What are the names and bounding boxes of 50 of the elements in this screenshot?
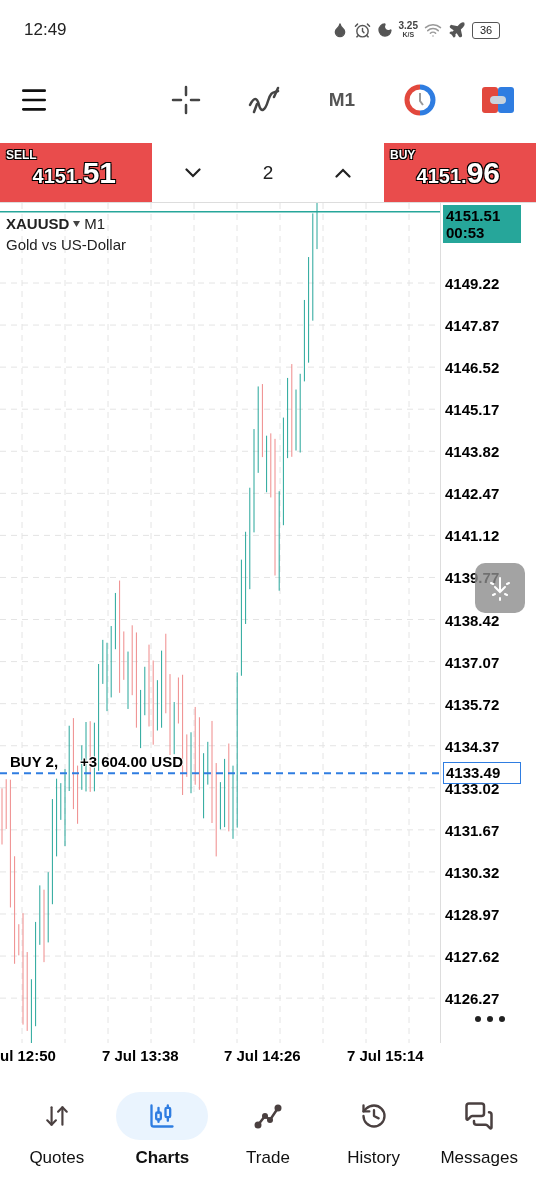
symbol-timeframe: M1 — [84, 215, 106, 232]
price-label: 4143.82 — [445, 442, 500, 460]
status-time: 12:49 — [24, 20, 67, 40]
position-price-tag: 4133.49 — [443, 762, 521, 785]
dropdown-triangle-icon — [73, 220, 81, 227]
price-label: 4135.72 — [445, 695, 500, 713]
nav-tab[interactable]: Messages — [429, 1092, 530, 1168]
current-price-tag: 4151.51 00:53 — [443, 205, 521, 243]
price-label: 4131.67 — [445, 821, 500, 839]
symbol-description: Gold vs US-Dollar — [6, 236, 127, 253]
symbol-name: XAUUSD — [6, 215, 70, 232]
buy-button[interactable]: BUY 4151.96 — [384, 143, 536, 202]
price-label: 4142.47 — [445, 484, 500, 502]
price-label: 4141.12 — [445, 526, 500, 544]
price-label: 4126.27 — [445, 989, 500, 1007]
airplane-icon — [448, 21, 466, 39]
time-label: 7 Jul 15:14 — [347, 1047, 424, 1064]
history-icon — [359, 1102, 388, 1130]
price-label: 4130.32 — [445, 863, 500, 881]
nav-tab[interactable]: Quotes — [6, 1092, 107, 1168]
price-label: 4145.17 — [445, 400, 500, 418]
net-speed: 3.25 — [398, 21, 418, 30]
chevron-down-icon — [184, 167, 201, 178]
time-label: 7 Jul 14:26 — [224, 1047, 301, 1064]
chat-bubbles-icon — [464, 1101, 495, 1131]
time-label: ul 12:50 — [0, 1047, 56, 1064]
price-label: 4137.07 — [445, 653, 500, 671]
nav-tab[interactable]: History — [323, 1092, 424, 1168]
timeframe-button[interactable]: M1 — [322, 80, 362, 120]
price-label: 4139.77 — [445, 568, 500, 586]
more-icon[interactable] — [474, 1015, 506, 1023]
alarm-icon — [353, 21, 371, 39]
volume-value: 2 — [262, 161, 274, 184]
battery-icon: 36 — [472, 21, 500, 39]
price-label: 4147.87 — [445, 316, 500, 334]
sell-button[interactable]: SELL 4151.51 — [0, 143, 152, 202]
position-label: BUY 2, — [10, 753, 59, 770]
price-label: 4127.62 — [445, 947, 500, 965]
price-label: 4134.37 — [445, 737, 500, 755]
arrows-icon — [43, 1103, 70, 1129]
price-label: 4128.97 — [445, 905, 500, 923]
price-label: 4138.42 — [445, 611, 500, 628]
price-label: 4149.22 — [445, 274, 500, 292]
moon-icon — [376, 22, 393, 38]
price-label: 4146.52 — [445, 358, 500, 376]
wifi-icon — [424, 21, 442, 39]
chevron-up-icon — [335, 167, 352, 178]
nav-tab[interactable]: Trade — [218, 1092, 318, 1168]
candlestick-icon — [148, 1102, 177, 1130]
time-label: 7 Jul 13:38 — [102, 1047, 179, 1064]
